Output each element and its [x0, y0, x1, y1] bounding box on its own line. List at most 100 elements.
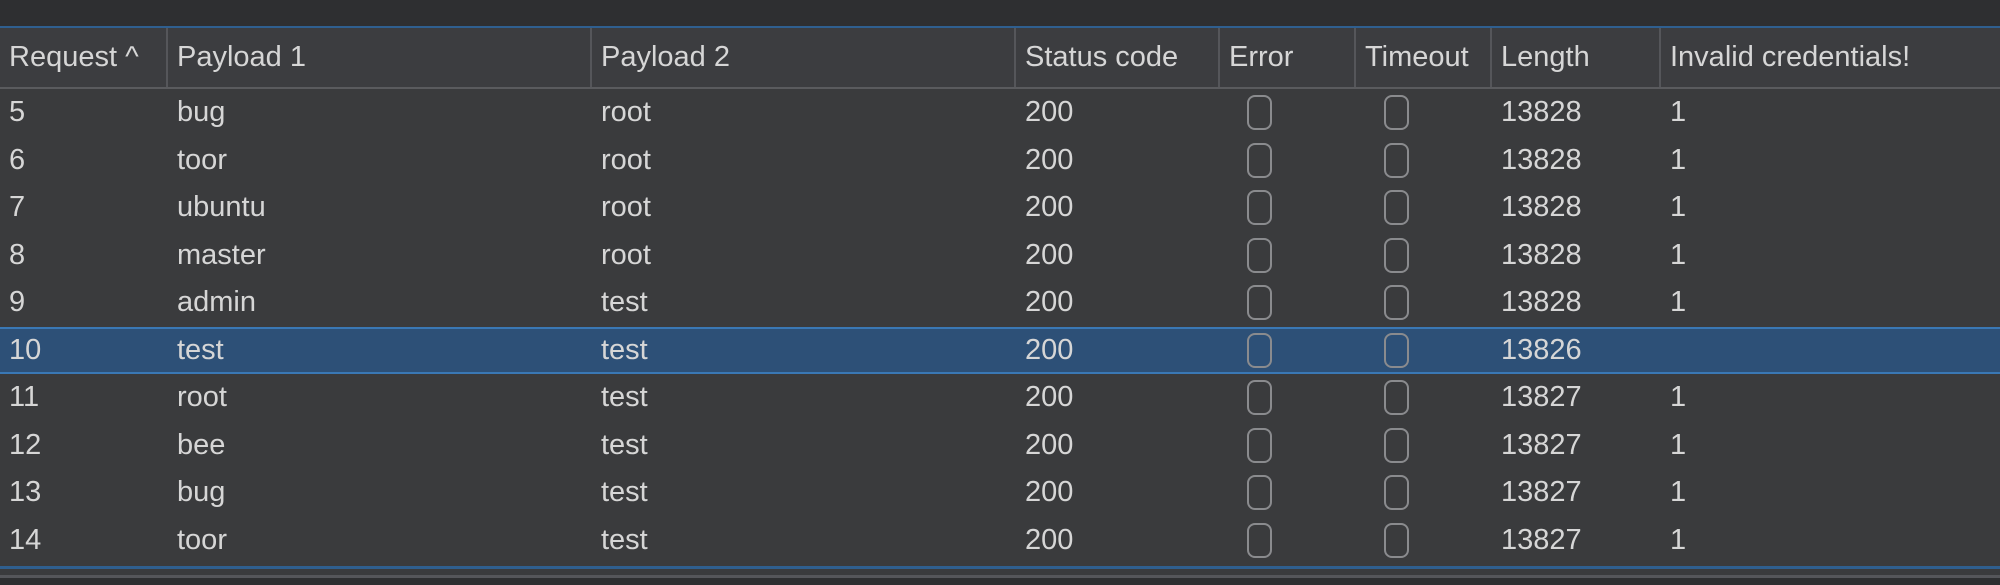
column-header-timeout[interactable]: Timeout — [1356, 28, 1492, 87]
cell-length: 13826 — [1501, 333, 1582, 366]
error-checkbox[interactable] — [1247, 427, 1272, 463]
cell-payload1: bee — [177, 428, 226, 461]
table-row[interactable]: 10 test test 200 13826 — [0, 326, 2000, 375]
cell-payload2: test — [601, 428, 648, 461]
timeout-checkbox[interactable] — [1384, 332, 1409, 368]
cell-length: 13827 — [1501, 428, 1582, 461]
column-header-status-code[interactable]: Status code — [1016, 28, 1220, 87]
cell-request: 13 — [9, 476, 42, 508]
cell-length: 13828 — [1501, 143, 1582, 176]
timeout-checkbox[interactable] — [1384, 95, 1409, 130]
cell-status: 200 — [1025, 428, 1074, 461]
column-header-payload-1[interactable]: Payload 1 — [168, 28, 592, 87]
cell-payload2: root — [601, 238, 651, 271]
cell-status: 200 — [1025, 238, 1074, 271]
cell-invalid: 1 — [1670, 143, 1687, 176]
table-row[interactable]: 7 ubuntu root 200 13828 1 — [0, 184, 2000, 232]
cell-payload2: root — [601, 96, 651, 128]
cell-payload1: bug — [177, 96, 226, 128]
divider — [0, 566, 2000, 569]
cell-request: 11 — [9, 381, 40, 413]
cell-payload2: test — [601, 333, 648, 366]
cell-length: 13828 — [1501, 96, 1582, 128]
cell-length: 13827 — [1501, 381, 1582, 413]
cell-payload2: root — [601, 191, 651, 223]
cell-payload1: admin — [177, 286, 256, 318]
cell-payload2: root — [601, 143, 651, 176]
cell-payload2: test — [601, 476, 648, 508]
cell-request: 14 — [9, 523, 42, 556]
cell-invalid: 1 — [1670, 96, 1687, 128]
column-header-invalid-credentials[interactable]: Invalid credentials! — [1661, 28, 2000, 87]
table-row[interactable]: 14 toor test 200 13827 1 — [0, 517, 2000, 565]
cell-length: 13828 — [1501, 191, 1582, 223]
cell-payload1: master — [177, 238, 266, 271]
cell-request: 9 — [9, 286, 26, 318]
table-row[interactable]: 13 bug test 200 13827 1 — [0, 469, 2000, 517]
cell-payload1: toor — [177, 143, 227, 176]
cell-invalid: 1 — [1670, 191, 1687, 223]
cell-request: 7 — [9, 191, 26, 223]
error-checkbox[interactable] — [1247, 285, 1272, 320]
cell-payload2: test — [601, 381, 648, 413]
table-row[interactable]: 5 bug root 200 13828 1 — [0, 89, 2000, 137]
timeout-checkbox[interactable] — [1384, 380, 1409, 415]
column-header-error[interactable]: Error — [1220, 28, 1356, 87]
cell-status: 200 — [1025, 143, 1074, 176]
cell-payload1: ubuntu — [177, 191, 266, 223]
table-row[interactable]: 11 root test 200 13827 1 — [0, 374, 2000, 422]
cell-invalid: 1 — [1670, 476, 1687, 508]
column-header-length[interactable]: Length — [1492, 28, 1661, 87]
table-row[interactable]: 9 admin test 200 13828 1 — [0, 279, 2000, 327]
table-row[interactable]: 12 bee test 200 13827 1 — [0, 422, 2000, 470]
timeout-checkbox[interactable] — [1384, 285, 1409, 320]
cell-length: 13828 — [1501, 286, 1582, 318]
timeout-checkbox[interactable] — [1384, 237, 1409, 273]
timeout-checkbox[interactable] — [1384, 142, 1409, 178]
cell-request: 5 — [9, 96, 26, 128]
timeout-checkbox[interactable] — [1384, 522, 1409, 558]
cell-request: 10 — [9, 333, 42, 366]
error-checkbox[interactable] — [1247, 95, 1272, 130]
cell-status: 200 — [1025, 96, 1074, 128]
error-checkbox[interactable] — [1247, 475, 1272, 510]
cell-invalid: 1 — [1670, 286, 1687, 318]
error-checkbox[interactable] — [1247, 237, 1272, 273]
cell-payload1: toor — [177, 523, 227, 556]
cell-invalid: 1 — [1670, 523, 1687, 556]
cell-payload1: root — [177, 381, 227, 413]
cell-request: 8 — [9, 238, 26, 271]
error-checkbox[interactable] — [1247, 380, 1272, 415]
cell-status: 200 — [1025, 476, 1074, 508]
results-table-body: 5 bug root 200 13828 1 6 toor root 200 13828 1 7 ubun… — [0, 89, 2000, 564]
column-header-request[interactable]: Request ^ — [0, 28, 168, 87]
toolbar-strip — [0, 0, 2000, 26]
cell-invalid: 1 — [1670, 381, 1687, 413]
table-row[interactable]: 6 toor root 200 13828 1 — [0, 137, 2000, 185]
cell-request: 12 — [9, 428, 42, 461]
error-checkbox[interactable] — [1247, 190, 1272, 225]
cell-request: 6 — [9, 143, 26, 176]
cell-status: 200 — [1025, 286, 1074, 318]
timeout-checkbox[interactable] — [1384, 427, 1409, 463]
cell-length: 13827 — [1501, 523, 1582, 556]
horizontal-scrollbar[interactable] — [0, 575, 2000, 585]
error-checkbox[interactable] — [1247, 142, 1272, 178]
cell-payload1: bug — [177, 476, 226, 508]
cell-status: 200 — [1025, 381, 1074, 413]
timeout-checkbox[interactable] — [1384, 475, 1409, 510]
timeout-checkbox[interactable] — [1384, 190, 1409, 225]
cell-payload2: test — [601, 523, 648, 556]
error-checkbox[interactable] — [1247, 332, 1272, 368]
cell-payload2: test — [601, 286, 648, 318]
table-row[interactable]: 8 master root 200 13828 1 — [0, 232, 2000, 280]
cell-payload1: test — [177, 333, 224, 366]
cell-status: 200 — [1025, 191, 1074, 223]
cell-invalid — [1661, 327, 2000, 375]
cell-status: 200 — [1025, 523, 1074, 556]
cell-length: 13828 — [1501, 238, 1582, 271]
cell-invalid: 1 — [1670, 428, 1687, 461]
cell-status: 200 — [1025, 333, 1074, 366]
error-checkbox[interactable] — [1247, 522, 1272, 558]
column-header-payload-2[interactable]: Payload 2 — [592, 28, 1016, 87]
